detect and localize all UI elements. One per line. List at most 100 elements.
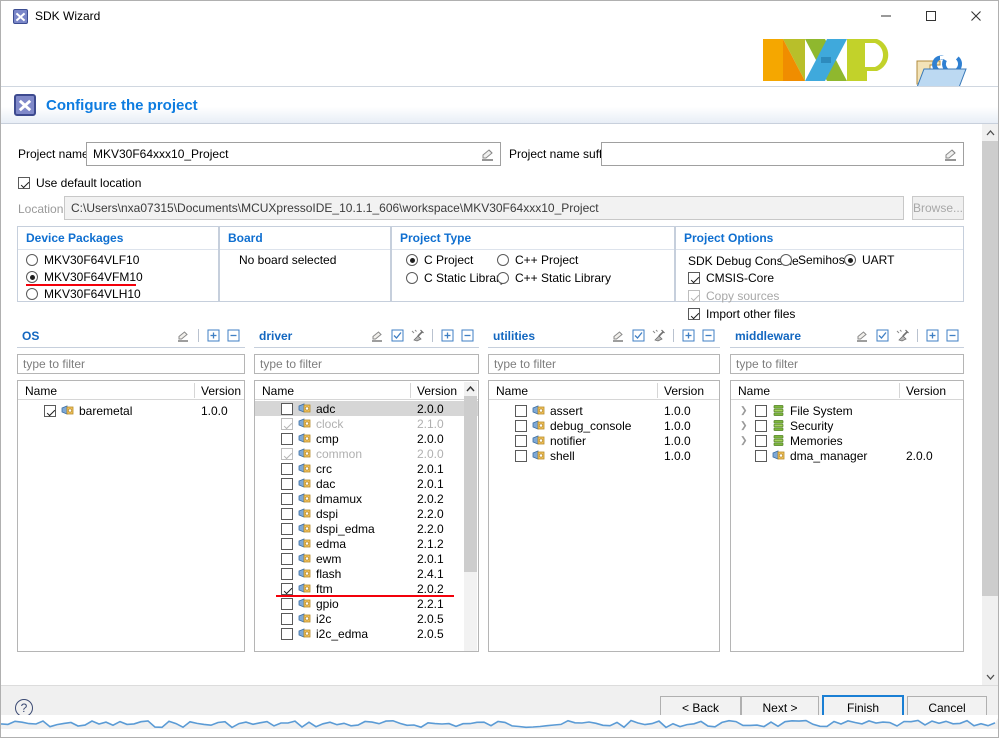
list-item[interactable]: i2c 2.0.5: [255, 611, 478, 626]
utilities-filter-input[interactable]: type to filter: [488, 354, 720, 374]
expand-arrow-icon[interactable]: ❯: [740, 403, 748, 418]
radio-semihost[interactable]: [780, 254, 792, 266]
checkbox-icon[interactable]: [875, 328, 890, 343]
pencil-icon[interactable]: [611, 328, 626, 343]
page-scrollbar-thumb[interactable]: [982, 141, 998, 596]
driver-scrollbar-thumb[interactable]: [464, 396, 477, 572]
pencil-icon[interactable]: [942, 146, 960, 163]
project-type-option-c[interactable]: C Project: [406, 253, 473, 267]
device-package-option-1[interactable]: MKV30F64VFM10: [26, 270, 143, 284]
scroll-up-icon[interactable]: [982, 124, 998, 141]
row-checkbox[interactable]: [281, 583, 293, 596]
expand-arrow-icon[interactable]: ❯: [740, 433, 748, 448]
use-default-location-row[interactable]: Use default location: [18, 176, 141, 190]
project-name-input[interactable]: MKV30F64xxx10_Project: [86, 142, 501, 166]
row-checkbox[interactable]: [281, 553, 293, 566]
os-filter-input[interactable]: type to filter: [17, 354, 245, 374]
list-item[interactable]: dmamux 2.0.2: [255, 491, 478, 506]
list-item[interactable]: i2c_edma 2.0.5: [255, 626, 478, 641]
row-checkbox[interactable]: [755, 420, 767, 433]
list-item[interactable]: ewm 2.0.1: [255, 551, 478, 566]
radio-cpp-static-library[interactable]: [497, 272, 509, 284]
project-type-option-cpp-static[interactable]: C++ Static Library: [497, 271, 611, 285]
row-checkbox[interactable]: [515, 405, 527, 418]
row-checkbox[interactable]: [755, 435, 767, 448]
list-item[interactable]: dspi 2.2.0: [255, 506, 478, 521]
list-item[interactable]: edma 2.1.2: [255, 536, 478, 551]
list-item[interactable]: crc 2.0.1: [255, 461, 478, 476]
list-item[interactable]: dspi_edma 2.2.0: [255, 521, 478, 536]
radio-uart[interactable]: [844, 254, 856, 266]
minus-box-icon[interactable]: [226, 328, 241, 343]
driver-scrollbar[interactable]: [464, 382, 477, 651]
use-default-location-checkbox[interactable]: [18, 177, 30, 189]
row-checkbox[interactable]: [281, 463, 293, 476]
row-checkbox[interactable]: [755, 405, 767, 418]
minus-box-icon[interactable]: [460, 328, 475, 343]
row-checkbox[interactable]: [281, 523, 293, 536]
debug-console-option-semihost[interactable]: Semihost: [780, 253, 848, 267]
page-scrollbar[interactable]: [981, 124, 998, 685]
scroll-up-icon[interactable]: [464, 382, 477, 396]
scroll-down-icon[interactable]: [982, 668, 998, 685]
list-item[interactable]: baremetal 1.0.0: [18, 403, 244, 418]
cmsis-core-checkbox[interactable]: [688, 272, 700, 284]
list-item[interactable]: common 2.0.0: [255, 446, 478, 461]
close-icon[interactable]: [953, 1, 998, 31]
row-checkbox[interactable]: [515, 420, 527, 433]
list-item[interactable]: flash 2.4.1: [255, 566, 478, 581]
import-other-files-row[interactable]: Import other files: [688, 307, 795, 321]
checkbox-icon[interactable]: [631, 328, 646, 343]
list-item[interactable]: ❯ Memories: [731, 433, 963, 448]
plus-box-icon[interactable]: [681, 328, 696, 343]
list-item[interactable]: ftm 2.0.2: [255, 581, 478, 596]
minimize-icon[interactable]: [863, 1, 908, 31]
row-checkbox[interactable]: [281, 403, 293, 416]
radio-mkv30f64vlh10[interactable]: [26, 288, 38, 300]
row-checkbox[interactable]: [281, 478, 293, 491]
row-checkbox[interactable]: [281, 628, 293, 641]
minus-box-icon[interactable]: [945, 328, 960, 343]
row-checkbox[interactable]: [281, 493, 293, 506]
radio-mkv30f64vfm10[interactable]: [26, 271, 38, 283]
expand-arrow-icon[interactable]: ❯: [740, 418, 748, 433]
row-checkbox[interactable]: [281, 613, 293, 626]
list-item[interactable]: ❯ Security: [731, 418, 963, 433]
list-item[interactable]: assert 1.0.0: [489, 403, 719, 418]
clear-icon[interactable]: [895, 328, 910, 343]
radio-cpp-project[interactable]: [497, 254, 509, 266]
list-item[interactable]: cmp 2.0.0: [255, 431, 478, 446]
pencil-icon[interactable]: [370, 328, 385, 343]
cmsis-core-row[interactable]: CMSIS-Core: [688, 271, 774, 285]
radio-mkv30f64vlf10[interactable]: [26, 254, 38, 266]
radio-c-static-library[interactable]: [406, 272, 418, 284]
clear-icon[interactable]: [651, 328, 666, 343]
device-package-option-0[interactable]: MKV30F64VLF10: [26, 253, 139, 267]
plus-box-icon[interactable]: [206, 328, 221, 343]
pencil-icon[interactable]: [479, 146, 497, 163]
middleware-filter-input[interactable]: type to filter: [730, 354, 964, 374]
row-checkbox[interactable]: [755, 450, 767, 463]
row-checkbox[interactable]: [281, 433, 293, 446]
list-item[interactable]: gpio 2.2.1: [255, 596, 478, 611]
import-other-files-checkbox[interactable]: [688, 308, 700, 320]
device-package-option-2[interactable]: MKV30F64VLH10: [26, 287, 141, 301]
list-item[interactable]: dma_manager 2.0.0: [731, 448, 963, 463]
checkbox-icon[interactable]: [390, 328, 405, 343]
driver-filter-input[interactable]: type to filter: [254, 354, 479, 374]
pencil-icon[interactable]: [855, 328, 870, 343]
project-type-option-cpp[interactable]: C++ Project: [497, 253, 578, 267]
row-checkbox[interactable]: [281, 538, 293, 551]
radio-c-project[interactable]: [406, 254, 418, 266]
list-item[interactable]: ❯ File System: [731, 403, 963, 418]
list-item[interactable]: adc 2.0.0: [255, 401, 478, 416]
list-item[interactable]: notifier 1.0.0: [489, 433, 719, 448]
row-checkbox[interactable]: [44, 405, 56, 418]
list-item[interactable]: debug_console 1.0.0: [489, 418, 719, 433]
list-item[interactable]: clock 2.1.0: [255, 416, 478, 431]
row-checkbox[interactable]: [515, 450, 527, 463]
project-type-option-c-static[interactable]: C Static Library: [406, 271, 506, 285]
plus-box-icon[interactable]: [925, 328, 940, 343]
debug-console-option-uart[interactable]: UART: [844, 253, 894, 267]
plus-box-icon[interactable]: [440, 328, 455, 343]
